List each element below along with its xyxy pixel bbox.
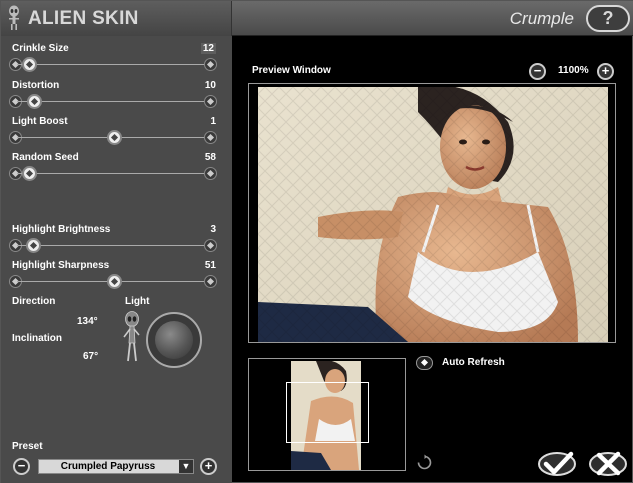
brand-name: ALIEN SKIN	[28, 8, 139, 29]
minus-icon: −	[533, 63, 542, 78]
highlight-brightness-label: Highlight Brightness	[12, 224, 111, 235]
random-seed-label: Random Seed	[12, 152, 79, 163]
highlight-brightness-slider-knob[interactable]	[25, 238, 41, 253]
highlight-sharpness-label: Highlight Sharpness	[12, 260, 110, 271]
inclination-label: Inclination	[12, 333, 62, 344]
crumple-dialog: ALIEN SKIN Crumple ? Crinkle Size 12 Dis…	[0, 0, 633, 483]
cancel-x-mark-icon[interactable]	[588, 451, 628, 477]
preset-label: Preset	[12, 441, 43, 452]
preview-window[interactable]	[248, 83, 616, 343]
preview-window-title: Preview Window	[252, 65, 331, 76]
brand-area: ALIEN SKIN	[1, 1, 232, 36]
light-sphere-ball	[155, 321, 193, 359]
plugin-title: Crumple	[509, 9, 574, 28]
help-button[interactable]: ?	[586, 5, 630, 32]
crinkle-size-control: Crinkle Size 12	[1, 43, 232, 79]
zoom-level: 1100%	[558, 65, 589, 76]
controls-panel: Crinkle Size 12 Distortion 10 Light Boos…	[1, 36, 232, 483]
random-seed-slider-knob[interactable]	[21, 166, 37, 181]
preset-value: Crumpled Papyruss	[60, 461, 156, 472]
title-bar: ALIEN SKIN Crumple ?	[1, 1, 633, 36]
light-boost-slider-knob[interactable]	[107, 130, 122, 145]
crinkle-size-label: Crinkle Size	[12, 43, 69, 54]
plus-icon: +	[601, 63, 610, 78]
auto-refresh-toggle[interactable]	[416, 356, 433, 370]
plus-icon: +	[204, 458, 213, 473]
highlight-brightness-control: Highlight Brightness 3	[1, 224, 232, 260]
remove-preset-button[interactable]: −	[13, 458, 30, 475]
navigator-thumbnail[interactable]	[248, 358, 406, 471]
distortion-control: Distortion 10	[1, 80, 232, 116]
crinkle-size-slider-knob[interactable]	[21, 57, 37, 72]
highlight-sharpness-slider-knob[interactable]	[107, 274, 122, 289]
slider-increment-icon[interactable]	[204, 58, 217, 71]
random-seed-slider-track[interactable]	[17, 173, 211, 174]
ok-checkmark-icon[interactable]	[537, 451, 577, 477]
question-icon: ?	[602, 8, 614, 28]
navigator-viewport-rect[interactable]	[286, 382, 369, 443]
highlight-sharpness-value[interactable]: 51	[205, 260, 216, 271]
crinkle-size-value[interactable]: 12	[200, 43, 216, 54]
light-boost-value[interactable]: 1	[210, 116, 216, 127]
zoom-in-button[interactable]: +	[597, 63, 614, 80]
chevron-down-icon: ▼	[179, 460, 193, 473]
alien-mascot-icon	[123, 311, 140, 362]
auto-refresh-label: Auto Refresh	[442, 357, 505, 368]
distortion-value[interactable]: 10	[205, 80, 216, 91]
zoom-out-button[interactable]: −	[529, 63, 546, 80]
random-seed-control: Random Seed 58	[1, 152, 232, 188]
slider-increment-icon[interactable]	[204, 167, 217, 180]
preview-image	[258, 87, 608, 342]
light-boost-label: Light Boost	[12, 116, 68, 127]
minus-icon: −	[17, 458, 26, 473]
alien-icon	[9, 5, 19, 30]
random-seed-value[interactable]: 58	[205, 152, 216, 163]
add-preset-button[interactable]: +	[200, 458, 217, 475]
highlight-sharpness-control: Highlight Sharpness 51	[1, 260, 232, 296]
direction-label: Direction	[12, 296, 56, 307]
refresh-icon[interactable]	[416, 454, 433, 471]
highlight-brightness-value[interactable]: 3	[210, 224, 216, 235]
distortion-slider-track[interactable]	[17, 101, 211, 102]
distortion-slider-knob[interactable]	[27, 94, 43, 109]
distortion-label: Distortion	[12, 80, 60, 91]
highlight-brightness-slider-track[interactable]	[17, 245, 211, 246]
inclination-value[interactable]: 67°	[83, 351, 98, 362]
direction-value[interactable]: 134°	[77, 316, 98, 327]
light-boost-control: Light Boost 1	[1, 116, 232, 152]
light-direction-sphere[interactable]	[146, 312, 202, 368]
crinkle-size-slider-track[interactable]	[17, 64, 211, 65]
slider-increment-icon[interactable]	[204, 131, 217, 144]
slider-increment-icon[interactable]	[204, 275, 217, 288]
slider-increment-icon[interactable]	[204, 239, 217, 252]
preset-dropdown[interactable]: Crumpled Papyruss ▼	[38, 459, 194, 474]
slider-increment-icon[interactable]	[204, 95, 217, 108]
light-label: Light	[125, 296, 150, 307]
